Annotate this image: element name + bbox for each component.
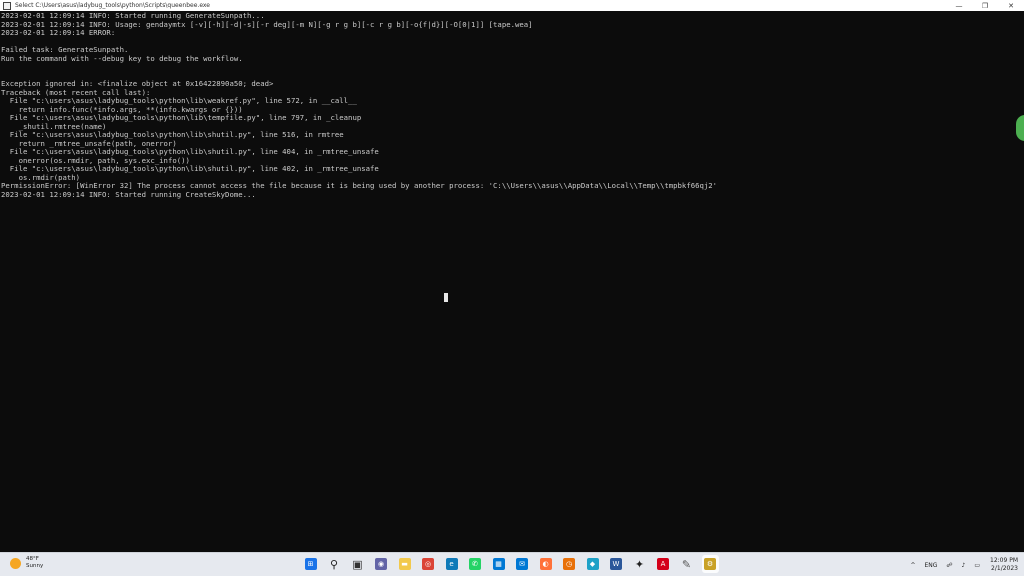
taskbar-sketchup-icon[interactable]: ◆ [584,555,601,573]
clock-time: 12:09 PM [990,557,1018,564]
chrome-icon: ◎ [422,558,434,570]
photos-icon: ◷ [563,558,575,570]
task-view-icon: ▣ [352,557,363,571]
taskbar-search-icon[interactable]: ⚲ [326,555,343,573]
taskbar-start-icon[interactable]: ⊞ [302,555,319,573]
sketchup-icon: ◆ [586,558,599,570]
search-icon: ⚲ [329,557,339,571]
taskbar-chrome-icon[interactable]: ◎ [420,555,437,573]
file-explorer-icon: ▬ [398,558,411,570]
battery-icon[interactable]: ▭ [974,562,980,569]
window-controls: — ❐ ✕ [946,0,1024,11]
queenbee-terminal-icon: ⚙ [704,558,716,570]
volume-icon[interactable]: ♪ [961,562,965,569]
taskbar-apps: ⊞ ⚲ ▣ ◉ ▬ ◎ e ✆ ▦ ✉ ◐ ◷ ◆ W ✦ A ✎ ⚙ [302,555,725,573]
taskbar-photos-icon[interactable]: ◷ [561,555,578,573]
wifi-icon[interactable]: ☍ [946,562,952,569]
system-tray: ^ ENG ☍ ♪ ▭ 12:09 PM 2/1/2023 [901,555,1018,575]
inkscape-icon: ✦ [634,557,645,571]
taskbar-mail-icon[interactable]: ✉ [514,555,531,573]
terminal-app-icon [3,1,11,10]
acrobat-icon: A [657,558,669,570]
sun-icon [10,557,21,569]
taskbar-word-icon[interactable]: W [608,555,625,573]
taskbar-whatsapp-icon[interactable]: ✆ [467,555,484,573]
taskbar-firefox-icon[interactable]: ◐ [537,555,554,573]
console-output[interactable]: 2023-02-01 12:09:14 INFO: Started runnin… [0,11,1016,552]
close-button[interactable]: ✕ [998,0,1024,11]
weather-condition: Sunny [26,563,44,569]
taskbar-task-view-icon[interactable]: ▣ [349,555,366,573]
taskbar: 48°F Sunny ⊞ ⚲ ▣ ◉ ▬ ◎ e ✆ ▦ ✉ ◐ ◷ ◆ W ✦ A ✎ ⚙ ^ ENG ☍ ♪ … [0,552,1024,576]
clock-date: 2/1/2023 [991,565,1018,572]
taskbar-acrobat-icon[interactable]: A [655,555,672,573]
edge-icon: e [445,558,458,570]
whatsapp-icon: ✆ [469,558,481,570]
taskbar-queenbee-terminal-icon[interactable]: ⚙ [701,555,719,573]
language-indicator[interactable]: ENG [924,562,937,569]
text-cursor [444,293,448,302]
clock[interactable]: 12:09 PM 2/1/2023 [990,557,1018,573]
firefox-icon: ◐ [539,558,552,570]
weather-widget[interactable]: 48°F Sunny [10,556,43,570]
taskbar-chat-icon[interactable]: ◉ [373,555,390,573]
taskbar-edge-icon[interactable]: e [443,555,460,573]
window-title: Select C:\Users\asus\ladybug_tools\pytho… [15,2,210,9]
taskbar-inkscape-icon[interactable]: ✦ [631,555,648,573]
mail-icon: ✉ [516,558,528,570]
window-title-bar[interactable]: Select C:\Users\asus\ladybug_tools\pytho… [0,0,1024,11]
maximize-button[interactable]: ❐ [972,0,998,11]
floating-widget-icon[interactable] [1016,115,1024,141]
tray-chevron-icon[interactable]: ^ [910,562,915,569]
word-icon: W [610,558,622,570]
taskbar-store-icon[interactable]: ▦ [490,555,507,573]
taskbar-file-explorer-icon[interactable]: ▬ [396,555,413,573]
start-icon: ⊞ [304,558,317,570]
weather-temperature: 48°F [26,556,39,562]
store-icon: ▦ [492,558,505,570]
console-text: 2023-02-01 12:09:14 INFO: Started runnin… [1,11,718,199]
chat-icon: ◉ [375,558,387,570]
taskbar-pen-tool-icon[interactable]: ✎ [678,555,695,573]
pen-tool-icon: ✎ [681,557,692,571]
minimize-button[interactable]: — [946,0,972,11]
